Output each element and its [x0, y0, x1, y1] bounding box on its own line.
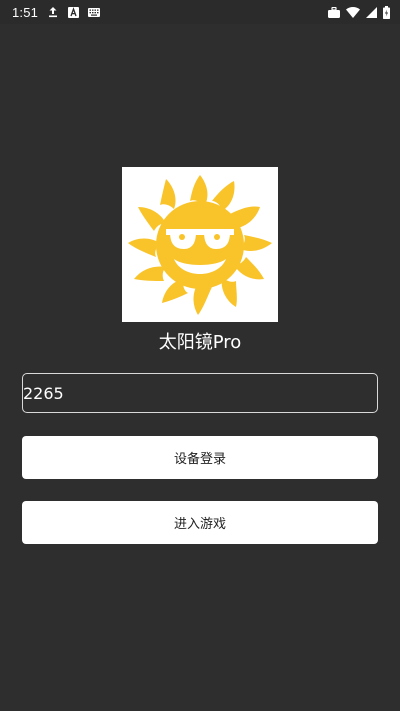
a-badge-icon — [68, 6, 80, 18]
battery-icon — [383, 5, 390, 19]
app-name: 太阳镜Pro — [158, 332, 242, 353]
sun-with-sunglasses-icon — [128, 175, 272, 315]
status-time: 1:51 — [12, 4, 39, 20]
upload-arrow-icon — [47, 6, 59, 18]
enter-game-button[interactable]: 进入游戏 — [22, 501, 378, 544]
app-logo — [122, 167, 278, 322]
status-right — [328, 0, 390, 24]
device-code-input[interactable] — [22, 373, 378, 413]
wifi-icon — [346, 6, 360, 18]
signal-icon — [366, 6, 377, 18]
keyboard-icon — [88, 7, 101, 17]
status-left: 1:51 — [12, 4, 101, 20]
device-login-button[interactable]: 设备登录 — [22, 436, 378, 479]
briefcase-icon — [328, 6, 340, 18]
status-bar: 1:51 — [0, 0, 400, 24]
